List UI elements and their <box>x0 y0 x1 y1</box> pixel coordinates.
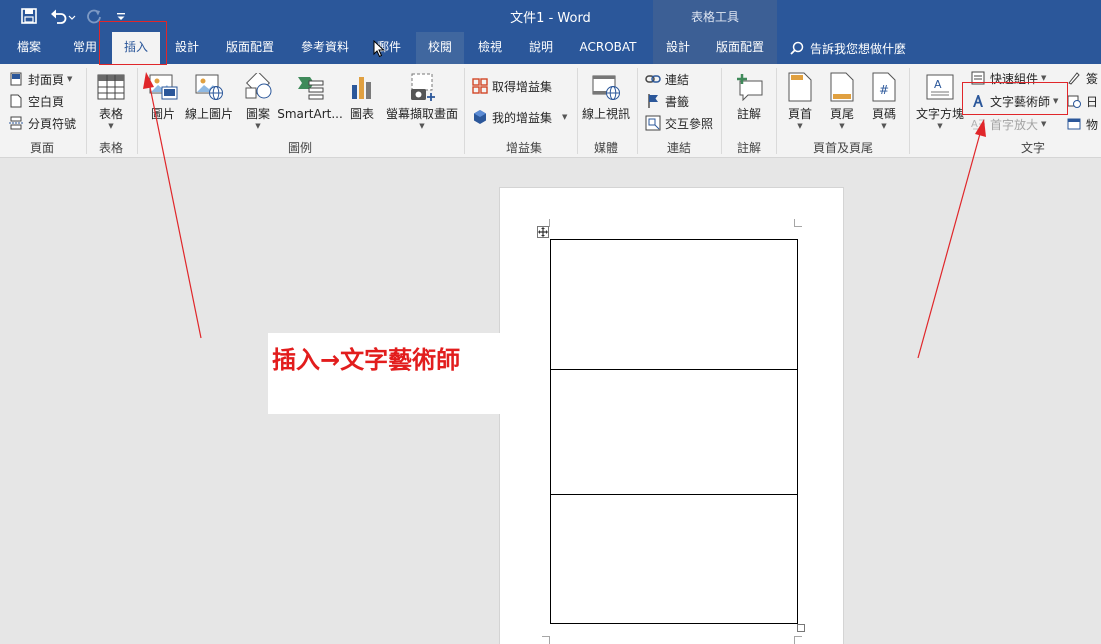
group-label-comments: 註解 <box>736 141 761 155</box>
tell-me-search[interactable]: 告訴我您想做什麼 <box>790 32 906 64</box>
store-icon <box>472 78 488 94</box>
annotation-text: 插入→文字藝術師 <box>272 346 461 374</box>
tell-me-text: 告訴我您想做什麼 <box>810 41 907 56</box>
signature-line-button[interactable]: 簽 <box>1066 68 1098 88</box>
text-box-icon: A <box>924 70 956 104</box>
smartart-button[interactable]: SmartArt... <box>277 70 343 121</box>
group-label-tables: 表格 <box>98 141 123 155</box>
crop-mark <box>542 636 550 644</box>
calendar-icon <box>1066 93 1082 109</box>
new-comment-button[interactable]: 註解 <box>730 70 768 121</box>
table-cell[interactable] <box>550 239 798 370</box>
bookmark-button[interactable]: 書籤 <box>645 91 689 111</box>
cover-page-icon <box>8 71 24 87</box>
group-label-text: 文字 <box>1020 141 1045 155</box>
signature-icon <box>1066 70 1082 86</box>
screenshot-icon <box>406 70 438 104</box>
online-pictures-button[interactable]: 線上圖片 <box>184 70 234 121</box>
header-button[interactable]: 頁首 ▼ <box>783 70 817 131</box>
table-move-handle-icon[interactable] <box>537 226 549 238</box>
wordart-highlight-box <box>962 82 1068 115</box>
date-time-button[interactable]: 日 <box>1066 91 1098 111</box>
footer-button[interactable]: 頁尾 ▼ <box>825 70 859 131</box>
table-cell[interactable] <box>550 369 798 495</box>
tab-layout[interactable]: 版面配置 <box>216 32 284 64</box>
cross-reference-icon <box>645 115 661 131</box>
group-label-addins: 增益集 <box>505 141 542 155</box>
comment-icon <box>733 70 765 104</box>
group-label-pages: 頁面 <box>29 141 54 155</box>
tab-acrobat[interactable]: ACROBAT <box>572 32 644 64</box>
group-label-illustrations: 圖例 <box>287 141 312 155</box>
bookmark-icon <box>645 93 661 109</box>
group-separator <box>577 68 578 154</box>
group-separator <box>637 68 638 154</box>
search-icon <box>790 41 804 55</box>
link-icon <box>645 71 661 87</box>
drop-cap-icon: A <box>970 116 986 132</box>
group-separator <box>86 68 87 154</box>
chart-icon <box>346 70 378 104</box>
table-tools-title: 表格工具 <box>690 10 739 24</box>
page-number-icon: # <box>868 70 900 104</box>
tab-help[interactable]: 說明 <box>518 32 564 64</box>
my-addins-button[interactable]: 我的增益集 ▼ <box>472 107 567 127</box>
insert-tab-highlight-box <box>99 21 167 65</box>
shapes-button[interactable]: 圖案 ▼ <box>240 70 276 131</box>
tab-review[interactable]: 校閱 <box>416 32 464 64</box>
link-button[interactable]: 連結 <box>645 69 689 89</box>
online-video-icon <box>590 70 622 104</box>
page-break-icon <box>8 115 24 131</box>
blank-page-button[interactable]: 空白頁 <box>8 91 64 111</box>
pictures-button[interactable]: 圖片 <box>146 70 180 121</box>
online-video-button[interactable]: 線上視訊 <box>580 70 632 121</box>
footer-icon <box>826 70 858 104</box>
chart-button[interactable]: 圖表 <box>346 70 378 121</box>
cross-reference-button[interactable]: 交互參照 <box>645 113 713 133</box>
group-separator <box>464 68 465 154</box>
get-addins-button[interactable]: 取得增益集 <box>472 76 552 96</box>
tab-design[interactable]: 設計 <box>164 32 210 64</box>
group-separator <box>909 68 910 154</box>
table-cell[interactable] <box>550 494 798 624</box>
crop-mark <box>794 636 802 644</box>
tab-table-design[interactable]: 設計 <box>656 32 700 64</box>
table-resize-handle[interactable] <box>797 624 805 632</box>
my-addins-icon <box>472 109 488 125</box>
mouse-cursor-icon <box>373 40 385 58</box>
tab-view[interactable]: 檢視 <box>468 32 512 64</box>
tab-references[interactable]: 參考資料 <box>292 32 358 64</box>
text-box-button[interactable]: A 文字方塊 ▼ <box>914 70 966 131</box>
pictures-icon <box>147 70 179 104</box>
ribbon-insert: 封面頁 ▼ 空白頁 分頁符號 頁面 表格 ▼ 表格 圖片 線上圖片 圖案 ▼ Sm… <box>0 64 1101 158</box>
group-separator <box>721 68 722 154</box>
page-break-button[interactable]: 分頁符號 <box>8 113 76 133</box>
tab-file[interactable]: 檔案 <box>0 32 58 64</box>
cover-page-button[interactable]: 封面頁 ▼ <box>8 69 72 89</box>
tab-table-layout[interactable]: 版面配置 <box>706 32 774 64</box>
group-label-links: 連結 <box>666 141 691 155</box>
screenshot-button[interactable]: 螢幕擷取畫面 ▼ <box>384 70 460 131</box>
drop-cap-button[interactable]: A 首字放大 ▼ <box>970 114 1046 134</box>
group-separator <box>137 68 138 154</box>
object-button[interactable]: 物 <box>1066 114 1098 134</box>
group-label-header-footer: 頁首及頁尾 <box>812 141 873 155</box>
svg-text:A: A <box>971 119 978 130</box>
page-number-button[interactable]: # 頁碼 ▼ <box>867 70 901 131</box>
group-label-media: 媒體 <box>593 141 618 155</box>
object-icon <box>1066 116 1082 132</box>
smartart-icon <box>294 70 326 104</box>
online-pictures-icon <box>193 70 225 104</box>
crop-mark <box>794 219 802 227</box>
table-button[interactable]: 表格 ▼ <box>94 70 128 131</box>
shapes-icon <box>242 70 274 104</box>
svg-text:#: # <box>879 83 889 97</box>
svg-text:A: A <box>934 78 942 91</box>
blank-page-icon <box>8 93 24 109</box>
group-separator <box>776 68 777 154</box>
table-icon <box>95 70 127 104</box>
header-icon <box>784 70 816 104</box>
